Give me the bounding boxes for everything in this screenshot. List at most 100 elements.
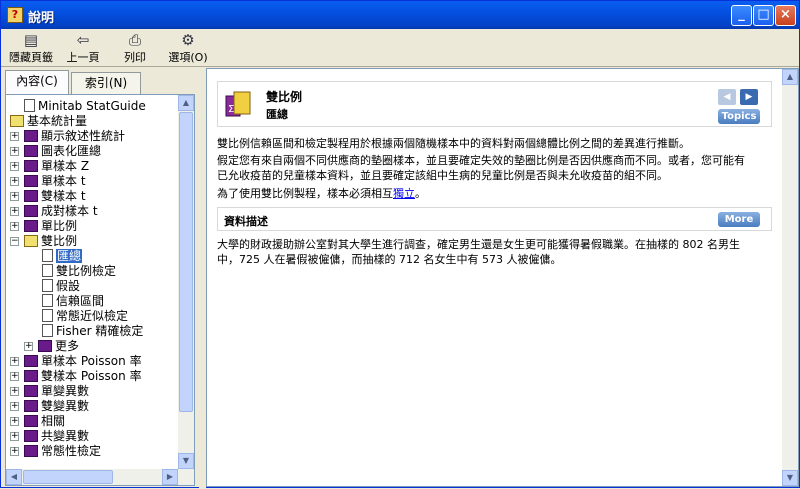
tree-expander[interactable]: + — [10, 372, 19, 381]
book-icon — [24, 430, 38, 442]
independent-link[interactable]: 獨立 — [393, 187, 415, 200]
close-button[interactable]: × — [775, 5, 796, 26]
tree-expander[interactable]: + — [10, 192, 19, 201]
book-icon — [24, 220, 38, 232]
independence-text: 為了使用雙比例製程，樣本必須相互 — [217, 187, 393, 200]
page-icon — [42, 279, 53, 292]
book-icon — [24, 160, 38, 172]
tree-item-label: 常態近似檢定 — [56, 309, 129, 323]
scroll-up-button[interactable]: ▲ — [178, 95, 194, 111]
book-icon — [24, 355, 38, 367]
tree-item-label: 基本統計量 — [27, 114, 88, 128]
tree-item[interactable]: 基本統計量 — [10, 114, 87, 129]
tree-expander[interactable]: + — [10, 222, 19, 231]
tree-horizontal-scrollbar[interactable]: ◀ ▶ — [6, 469, 194, 485]
tree-expander[interactable]: + — [10, 387, 19, 396]
page-icon — [24, 99, 35, 112]
topic-scroll-down-button[interactable]: ▼ — [782, 470, 798, 486]
options-icon: ⚙ — [181, 31, 195, 49]
scroll-down-button[interactable]: ▼ — [178, 453, 194, 469]
tree-item[interactable]: 常態性檢定 — [24, 444, 101, 459]
tree-expander[interactable]: + — [10, 132, 19, 141]
topic-title: 雙比例 — [266, 90, 303, 104]
prev-topic-button[interactable]: ◀ — [718, 89, 736, 105]
page-icon — [42, 264, 53, 277]
tree-item[interactable]: 常態近似檢定 — [42, 309, 128, 324]
tree-item[interactable]: 單變異數 — [24, 384, 89, 399]
book-icon — [38, 340, 52, 352]
toolbar: ▤ 隱藏頁籤 ⇦ 上一頁 ⎙ 列印 ⚙ 選項(O) — [1, 29, 799, 67]
tree-item[interactable]: 雙變異數 — [24, 399, 89, 414]
tree-item[interactable]: 單樣本 Poisson 率 — [24, 354, 142, 369]
tree-item-label: 顯示敘述性統計 — [41, 129, 126, 143]
tree-item-label: 單比例 — [41, 219, 78, 233]
proportion-topic-icon: Σ — [225, 91, 251, 117]
tree-item[interactable]: 雙比例 — [24, 234, 77, 249]
data-paragraph-line2: 中，725 人在暑假被僱傭，而抽樣的 712 名女生中有 573 人被僱傭。 — [217, 253, 562, 266]
tree-expander[interactable]: + — [10, 147, 19, 156]
topic-vertical-scrollbar[interactable]: ▲ ▼ — [782, 69, 798, 486]
tree-expander[interactable]: + — [10, 207, 19, 216]
tree-expander[interactable]: + — [10, 432, 19, 441]
more-button[interactable]: More — [718, 212, 760, 227]
tree-expander[interactable]: + — [10, 162, 19, 171]
topic-header: Σ 雙比例 匯總 ◀ ▶ Topics — [217, 81, 772, 127]
open-book-icon — [10, 115, 24, 127]
topics-button[interactable]: Topics — [718, 109, 760, 124]
tree-expander[interactable]: − — [10, 237, 19, 246]
tree-item[interactable]: Minitab StatGuide — [24, 99, 146, 114]
scroll-left-button[interactable]: ◀ — [6, 469, 22, 485]
tree-item-label: 共變異數 — [41, 429, 90, 443]
tree-item[interactable]: 單樣本 t — [24, 174, 86, 189]
scroll-right-button[interactable]: ▶ — [162, 469, 178, 485]
tree-item[interactable]: 雙樣本 Poisson 率 — [24, 369, 142, 384]
tree-item[interactable]: 共變異數 — [24, 429, 89, 444]
tree-item-label: Fisher 精確檢定 — [56, 324, 144, 338]
book-icon — [24, 175, 38, 187]
page-icon — [42, 294, 53, 307]
book-icon — [24, 415, 38, 427]
print-label: 列印 — [124, 51, 146, 64]
topic-subtitle: 匯總 — [266, 108, 288, 121]
tree-item[interactable]: 圖表化匯總 — [24, 144, 101, 159]
hscroll-thumb[interactable] — [23, 470, 113, 484]
tree-item[interactable]: 雙比例檢定 — [42, 264, 116, 279]
tree-expander[interactable]: + — [10, 417, 19, 426]
tree-item[interactable]: 假設 — [42, 279, 80, 294]
print-button[interactable]: ⎙ 列印 — [117, 31, 153, 65]
hide-tabs-button[interactable]: ▤ 隱藏頁籤 — [7, 31, 55, 65]
tree-item[interactable]: Fisher 精確檢定 — [42, 324, 143, 339]
pane-splitter[interactable] — [199, 68, 206, 489]
tree-item[interactable]: 信賴區間 — [42, 294, 104, 309]
tree-expander[interactable]: + — [24, 342, 33, 351]
tree-item[interactable]: 相關 — [24, 414, 65, 429]
tree-item[interactable]: 單樣本 Z — [24, 159, 89, 174]
tab-contents[interactable]: 內容(C) — [5, 70, 69, 94]
tree-item[interactable]: 成對樣本 t — [24, 204, 98, 219]
next-topic-button[interactable]: ▶ — [740, 89, 758, 105]
minimize-button[interactable]: _ — [731, 5, 752, 26]
intro-paragraph: 雙比例信賴區間和檢定製程用於根據兩個隨機樣本中的資料對兩個總體比例之間的差異進行… — [217, 137, 690, 150]
printer-icon: ⎙ — [128, 31, 141, 49]
book-icon — [24, 400, 38, 412]
options-button[interactable]: ⚙ 選項(O) — [165, 31, 211, 65]
tree-item-label: 相關 — [41, 414, 66, 428]
tree-item[interactable]: 匯總 — [42, 249, 83, 264]
tree-item[interactable]: 顯示敘述性統計 — [24, 129, 125, 144]
help-window: ? 說明 _ □ × ▤ 隱藏頁籤 ⇦ 上一頁 ⎙ 列印 ⚙ 選項(O) 內容(… — [0, 0, 800, 489]
tree-expander[interactable]: + — [10, 357, 19, 366]
tree-item[interactable]: 雙樣本 t — [24, 189, 86, 204]
back-button[interactable]: ⇦ 上一頁 — [61, 31, 105, 65]
tree-item[interactable]: 單比例 — [24, 219, 77, 234]
maximize-button[interactable]: □ — [753, 5, 774, 26]
tree-vertical-scrollbar[interactable]: ▲ ▼ — [178, 95, 194, 469]
topic-scroll-up-button[interactable]: ▲ — [782, 69, 798, 85]
tree-expander[interactable]: + — [10, 447, 19, 456]
tab-index[interactable]: 索引(N) — [71, 72, 141, 94]
book-icon — [24, 190, 38, 202]
tree-expander[interactable]: + — [10, 177, 19, 186]
scroll-thumb[interactable] — [179, 112, 193, 412]
title-bar[interactable]: ? 說明 _ □ × — [1, 1, 799, 29]
tree-item[interactable]: 更多 — [38, 339, 79, 354]
tree-expander[interactable]: + — [10, 402, 19, 411]
